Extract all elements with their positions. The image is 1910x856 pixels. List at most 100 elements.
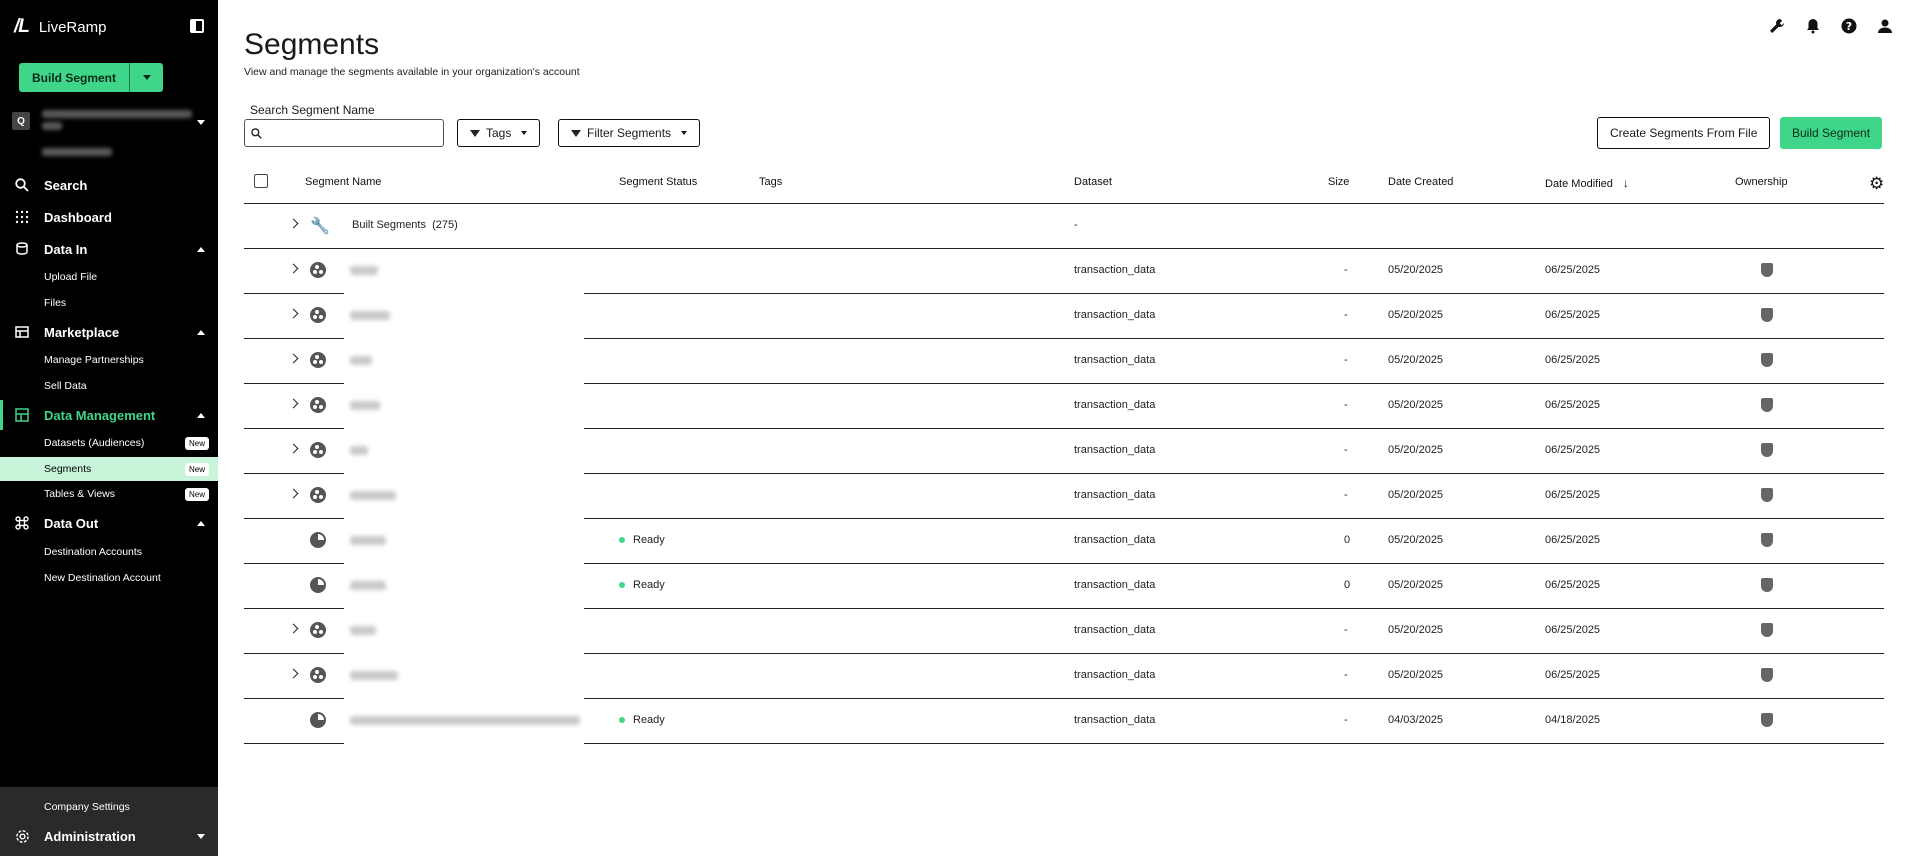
nav-data-in[interactable]: Data In [0,234,218,264]
nav-tables-views[interactable]: Tables & Views New [0,482,218,506]
nav-label: Data In [44,241,88,257]
table-row[interactable]: Ready transaction_data 0 05/20/2025 06/25/20… [244,564,1884,609]
segment-status-label: Ready [633,534,665,546]
table-row[interactable]: transaction_data - 05/20/2025 06/25/2025 [244,609,1884,654]
select-all-checkbox[interactable] [254,174,268,188]
nav-files[interactable]: Files [0,291,218,315]
segment-name-redacted[interactable] [350,311,390,320]
date-modified-cell: 04/18/2025 [1545,714,1601,726]
table-row[interactable]: transaction_data - 05/20/2025 06/25/2025 [244,384,1884,429]
nav-upload-file[interactable]: Upload File [0,265,218,289]
size-cell: - [1344,309,1348,321]
shield-icon [1761,398,1773,412]
sidebar-collapse-icon[interactable] [190,19,204,33]
nav-dashboard[interactable]: Dashboard [0,202,218,232]
nav-label: Dashboard [44,209,112,225]
table-row[interactable]: Ready transaction_data 0 05/20/2025 06/25/20… [244,519,1884,564]
sort-descending-icon[interactable]: ↓ [1623,176,1629,190]
filter-icon [470,129,480,137]
search-input[interactable] [268,126,438,140]
chevron-right-icon[interactable] [288,218,299,229]
shield-icon [1761,308,1773,322]
bell-icon[interactable] [1804,17,1822,35]
chevron-right-icon[interactable] [288,623,299,634]
table-row[interactable]: transaction_data - 05/20/2025 06/25/2025 [244,429,1884,474]
segment-name-redacted[interactable] [350,581,386,590]
table-row[interactable]: transaction_data - 05/20/2025 06/25/2025 [244,474,1884,519]
nav-search[interactable]: Search [0,170,218,200]
chevron-right-icon[interactable] [288,488,299,499]
group-dataset: - [1074,219,1078,231]
segment-name-redacted[interactable] [350,356,372,365]
segment-cluster-icon [310,262,326,278]
svg-text:?: ? [1846,20,1852,33]
nav-segments[interactable]: Segments New [0,457,218,481]
chevron-right-icon[interactable] [288,308,299,319]
segment-cluster-icon [310,352,326,368]
nav-new-destination-account[interactable]: New Destination Account [0,566,218,590]
segment-name-redacted[interactable] [350,401,380,410]
segment-name-redacted[interactable] [350,536,386,545]
segment-name-redacted[interactable] [350,716,580,725]
segment-name-redacted[interactable] [350,266,378,275]
dataset-cell: transaction_data [1074,264,1156,276]
create-segments-from-file-button[interactable]: Create Segments From File [1597,117,1771,149]
segment-cluster-icon [310,397,326,413]
nav-sell-data[interactable]: Sell Data [0,374,218,398]
sidebar-build-segment-button[interactable]: Build Segment [19,63,130,92]
segment-name-redacted[interactable] [350,626,376,635]
wrench-icon[interactable] [1768,17,1786,35]
nav-sub-label: Sell Data [44,380,87,392]
nav-marketplace[interactable]: Marketplace [0,317,218,347]
column-date-modified[interactable]: Date Modified ↓ [1545,176,1629,190]
table-row[interactable]: transaction_data - 05/20/2025 06/25/2025 [244,339,1884,384]
tags-filter-button[interactable]: Tags [457,119,541,147]
chevron-right-icon[interactable] [288,443,299,454]
column-date-created[interactable]: Date Created [1388,176,1453,188]
chevron-right-icon[interactable] [288,353,299,364]
column-tags[interactable]: Tags [759,176,782,188]
search-field[interactable] [244,119,444,147]
date-modified-cell: 06/25/2025 [1545,624,1601,636]
dataset-cell: transaction_data [1074,624,1156,636]
column-segment-status[interactable]: Segment Status [619,176,697,188]
table-row[interactable]: transaction_data - 05/20/2025 06/25/2025 [244,654,1884,699]
column-segment-name[interactable]: Segment Name [305,176,381,188]
status-dot-icon [619,537,625,544]
table-row[interactable]: transaction_data - 05/20/2025 06/25/2025 [244,249,1884,294]
account-switcher[interactable]: Q [12,106,212,164]
segment-name-redacted[interactable] [350,491,396,500]
chevron-right-icon[interactable] [288,398,299,409]
group-label: Built Segments (275) [352,219,458,231]
build-segment-button[interactable]: Build Segment [1780,117,1883,149]
shield-icon [1761,623,1773,637]
nav-administration[interactable]: Administration [0,821,218,851]
filter-segments-button[interactable]: Filter Segments [558,119,701,147]
nav-data-management[interactable]: Data Management [0,400,218,430]
chevron-right-icon[interactable] [288,263,299,274]
build-segment-dropdown-button[interactable] [129,63,164,92]
segment-cluster-icon [310,442,326,458]
column-dataset[interactable]: Dataset [1074,176,1112,188]
gear-icon[interactable]: ⚙ [1869,174,1884,194]
nav-manage-partnerships[interactable]: Manage Partnerships [0,348,218,372]
dashboard-icon [14,209,30,225]
chevron-right-icon[interactable] [288,668,299,679]
segment-status: Ready [619,579,665,591]
table-row[interactable]: Ready transaction_data - 04/03/2025 04/18/20… [244,699,1884,744]
logo[interactable]: /L LiveRamp [14,16,106,38]
help-icon[interactable]: ? [1840,17,1858,35]
nav-datasets[interactable]: Datasets (Audiences) New [0,431,218,455]
table-row[interactable]: transaction_data - 05/20/2025 06/25/2025 [244,294,1884,339]
nav-data-out[interactable]: Data Out [0,508,218,538]
new-badge: New [185,487,210,501]
nav-sub-label: Manage Partnerships [44,354,144,366]
column-size[interactable]: Size [1328,176,1349,188]
nav-company-settings[interactable]: Company Settings [0,795,218,819]
nav-destination-accounts[interactable]: Destination Accounts [0,540,218,564]
table-row-group[interactable]: 🔧 Built Segments (275) - [244,204,1884,249]
segment-name-redacted[interactable] [350,446,368,455]
column-ownership[interactable]: Ownership [1735,176,1788,188]
segment-name-redacted[interactable] [350,671,398,680]
user-icon[interactable] [1876,17,1894,35]
